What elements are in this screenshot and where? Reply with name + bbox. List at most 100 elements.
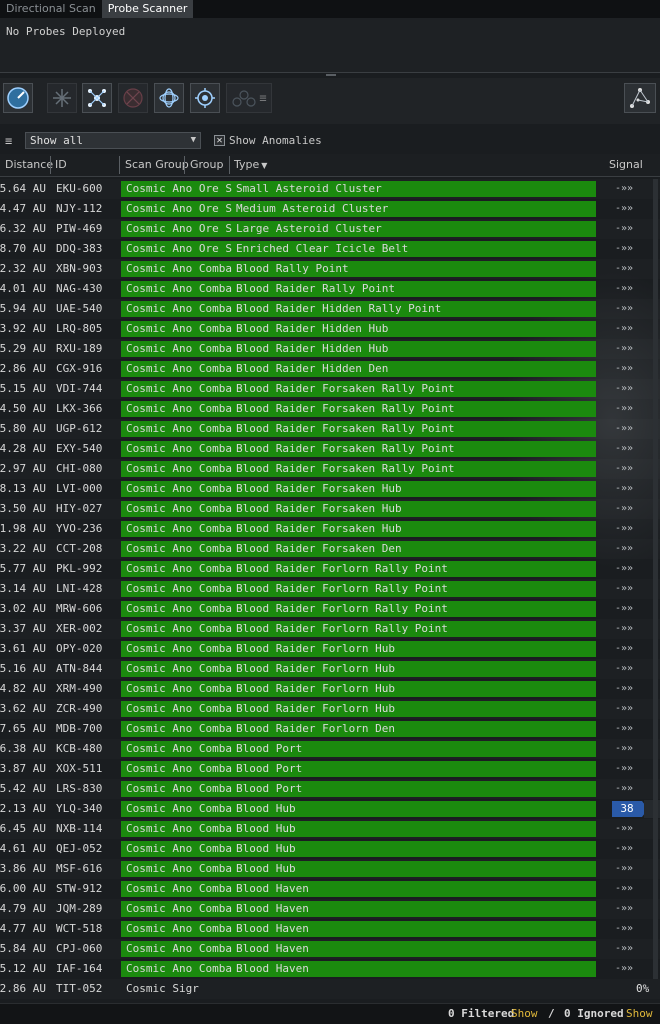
col-separator[interactable] [50, 156, 51, 174]
col-separator[interactable] [229, 156, 230, 174]
table-row[interactable]: 34.01 AU NAG-430 Cosmic Ano Combat Blood Ra… [0, 279, 660, 299]
warp-to-icon[interactable]: -»» [615, 859, 633, 879]
col-id[interactable]: ID [55, 157, 67, 173]
system-map-button[interactable] [624, 83, 656, 113]
warp-to-icon[interactable]: -»» [615, 339, 633, 359]
signal-badge[interactable]: 38 [612, 801, 642, 817]
warp-to-icon[interactable]: -»» [615, 219, 633, 239]
table-row[interactable]: 35.84 AU CPJ-060 Cosmic Ano Combat Blood Ha… [0, 939, 660, 959]
warp-to-icon[interactable]: -»» [615, 779, 633, 799]
warp-to-icon[interactable]: -»» [615, 679, 633, 699]
table-row[interactable]: 33.22 AU CCT-208 Cosmic Ano Combat Blood Ra… [0, 539, 660, 559]
table-row[interactable]: 35.16 AU ATN-844 Cosmic Ano Combat Blood Ra… [0, 659, 660, 679]
table-row[interactable]: 33.37 AU XER-002 Cosmic Ano Combat Blood Ra… [0, 619, 660, 639]
warp-to-icon[interactable]: -»» [615, 639, 633, 659]
warp-to-icon[interactable]: -»» [615, 939, 633, 959]
warp-to-icon[interactable]: -»» [615, 519, 633, 539]
warp-to-icon[interactable]: -»» [615, 839, 633, 859]
col-separator[interactable] [119, 156, 120, 174]
table-row[interactable]: 31.98 AU YVO-236 Cosmic Ano Combat Blood Ra… [0, 519, 660, 539]
table-row[interactable]: 35.64 AU EKU-600 Cosmic Ano Ore Site Small … [0, 179, 660, 199]
warp-to-icon[interactable]: -»» [615, 319, 633, 339]
table-row[interactable]: 28.13 AU LVI-000 Cosmic Ano Combat Blood Ra… [0, 479, 660, 499]
warp-to-icon[interactable]: -»» [615, 819, 633, 839]
warp-to-icon[interactable]: -»» [615, 579, 633, 599]
warp-to-icon[interactable]: -»» [615, 359, 633, 379]
table-row[interactable]: 34.77 AU WCT-518 Cosmic Ano Combat Blood Ha… [0, 919, 660, 939]
warp-to-icon[interactable]: -»» [615, 699, 633, 719]
table-row[interactable]: 28.70 AU DDQ-383 Cosmic Ano Ore Site Enrich… [0, 239, 660, 259]
table-row[interactable]: 27.65 AU MDB-700 Cosmic Ano Combat Blood Ra… [0, 719, 660, 739]
table-row[interactable]: 33.61 AU OPY-020 Cosmic Ano Combat Blood Ra… [0, 639, 660, 659]
warp-to-icon[interactable]: -»» [615, 379, 633, 399]
table-row[interactable]: 33.02 AU MRW-606 Cosmic Ano Combat Blood Ra… [0, 599, 660, 619]
table-row[interactable]: 35.42 AU LRS-830 Cosmic Ano Combat Blood Po… [0, 779, 660, 799]
table-row[interactable]: 36.00 AU STW-912 Cosmic Ano Combat Blood Ha… [0, 879, 660, 899]
warp-to-icon[interactable]: -»» [615, 459, 633, 479]
table-row[interactable]: 34.79 AU JQM-289 Cosmic Ano Combat Blood Ha… [0, 899, 660, 919]
warp-to-icon[interactable]: -»» [615, 199, 633, 219]
table-row[interactable]: 35.12 AU IAF-164 Cosmic Ano Combat Blood Ha… [0, 959, 660, 979]
table-row[interactable]: 35.80 AU UGP-612 Cosmic Ano Combat Blood Ra… [0, 419, 660, 439]
filter-menu-icon[interactable]: ≡ [5, 134, 12, 148]
gear-orb-button[interactable] [190, 83, 220, 113]
snowflake-button[interactable] [47, 83, 77, 113]
table-row[interactable]: 33.62 AU ZCR-490 Cosmic Ano Combat Blood Ra… [0, 699, 660, 719]
table-row[interactable]: 2.32 AU XBN-903 Cosmic Ano Combat Blood Ral… [0, 259, 660, 279]
warp-to-icon[interactable]: -»» [615, 439, 633, 459]
table-row[interactable]: 2.86 AU TIT-052 Cosmic Sigr 0% [0, 979, 660, 999]
table-row[interactable]: 32.13 AU YLQ-340 Cosmic Ano Combat Blood Hu… [0, 799, 660, 819]
warp-to-icon[interactable]: -»» [615, 919, 633, 939]
col-signal[interactable]: Signal [609, 157, 643, 173]
tab-directional-scan[interactable]: Directional Scan [0, 0, 102, 18]
warp-to-icon[interactable]: -»» [615, 759, 633, 779]
warp-to-icon[interactable]: -»» [615, 279, 633, 299]
col-separator[interactable] [184, 156, 185, 174]
table-row[interactable]: 33.14 AU LNI-428 Cosmic Ano Combat Blood Ra… [0, 579, 660, 599]
warp-to-icon[interactable]: -»» [615, 719, 633, 739]
warp-to-icon[interactable]: -»» [615, 299, 633, 319]
col-distance[interactable]: Distance [5, 157, 53, 173]
table-row[interactable]: 33.86 AU MSF-616 Cosmic Ano Combat Blood Hu… [0, 859, 660, 879]
col-group[interactable]: Group [190, 157, 224, 173]
table-row[interactable]: 45.29 AU RXU-189 Cosmic Ano Combat Blood Ra… [0, 339, 660, 359]
warp-to-icon[interactable]: -»» [615, 599, 633, 619]
red-orb-button[interactable] [118, 83, 148, 113]
col-scan-group[interactable]: Scan Group [125, 157, 189, 173]
scrollbar[interactable] [653, 179, 658, 979]
table-row[interactable]: 32.86 AU CGX-916 Cosmic Ano Combat Blood Ra… [0, 359, 660, 379]
warp-to-icon[interactable]: -»» [615, 559, 633, 579]
table-row[interactable]: 34.47 AU NJY-112 Cosmic Ano Ore Site Medium… [0, 199, 660, 219]
table-row[interactable]: 33.87 AU XOX-511 Cosmic Ano Combat Blood Po… [0, 759, 660, 779]
tab-probe-scanner[interactable]: Probe Scanner [101, 0, 194, 18]
warp-to-icon[interactable]: -»» [615, 659, 633, 679]
warp-to-icon[interactable]: -»» [615, 539, 633, 559]
table-row[interactable]: 35.94 AU UAE-540 Cosmic Ano Combat Blood Ra… [0, 299, 660, 319]
warp-to-icon[interactable]: -»» [615, 899, 633, 919]
warp-to-icon[interactable]: -»» [615, 479, 633, 499]
warp-to-icon[interactable]: -»» [615, 499, 633, 519]
probes-spread-button[interactable] [82, 83, 112, 113]
table-row[interactable]: 36.32 AU PIW-469 Cosmic Ano Ore Site Large … [0, 219, 660, 239]
warp-to-icon[interactable]: -»» [615, 419, 633, 439]
table-row[interactable]: 34.61 AU QEJ-052 Cosmic Ano Combat Blood Hu… [0, 839, 660, 859]
table-row[interactable]: 34.82 AU XRM-490 Cosmic Ano Combat Blood Ra… [0, 679, 660, 699]
atom-button[interactable] [154, 83, 184, 113]
resize-handle[interactable] [326, 74, 336, 76]
show-anomalies-checkbox[interactable]: ✕ [214, 135, 225, 146]
warp-to-icon[interactable]: -»» [615, 399, 633, 419]
warp-to-icon[interactable]: -»» [615, 879, 633, 899]
warp-to-icon[interactable]: -»» [615, 959, 633, 979]
table-row[interactable]: 36.38 AU KCB-480 Cosmic Ano Combat Blood Po… [0, 739, 660, 759]
formation-button[interactable]: ≡ [226, 83, 272, 113]
table-row[interactable]: 34.28 AU EXY-540 Cosmic Ano Combat Blood Ra… [0, 439, 660, 459]
table-row[interactable]: 35.15 AU VDI-744 Cosmic Ano Combat Blood Ra… [0, 379, 660, 399]
show-ignored-link[interactable]: Show [626, 1006, 653, 1022]
table-row[interactable]: 35.77 AU PKL-992 Cosmic Ano Combat Blood Ra… [0, 559, 660, 579]
analyze-button[interactable] [3, 83, 33, 113]
table-row[interactable]: 33.92 AU LRQ-805 Cosmic Ano Combat Blood Ra… [0, 319, 660, 339]
table-row[interactable]: 26.45 AU NXB-114 Cosmic Ano Combat Blood Hu… [0, 819, 660, 839]
warp-to-icon[interactable]: -»» [615, 179, 633, 199]
warp-to-icon[interactable]: -»» [615, 739, 633, 759]
col-type[interactable]: Type ▼ [234, 157, 267, 173]
